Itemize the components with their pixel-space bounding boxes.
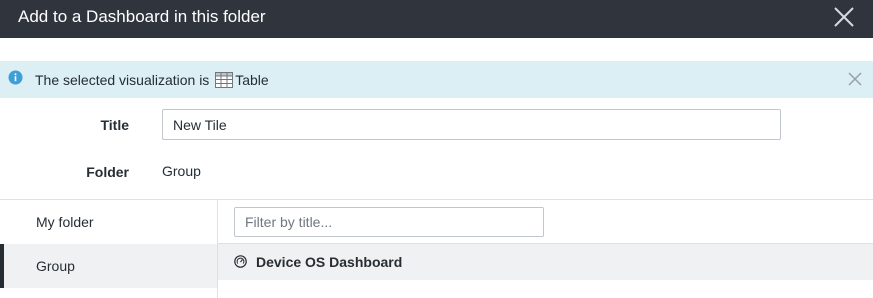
list-item[interactable]: Device OS Dashboard	[218, 244, 873, 280]
sidebar-item-label: Group	[36, 258, 75, 274]
dashboard-icon	[234, 255, 247, 268]
sidebar-item-label: My folder	[36, 214, 94, 230]
dialog-title: Add to a Dashboard in this folder	[18, 7, 266, 26]
dialog-header: Add to a Dashboard in this folder	[0, 0, 873, 38]
title-label: Title	[100, 117, 129, 133]
info-banner: The selected visualization is Table	[0, 61, 873, 98]
folder-label: Folder	[86, 164, 129, 180]
sidebar-item-my-folder[interactable]: My folder	[0, 200, 217, 244]
banner-message: The selected visualization is Table	[35, 72, 269, 88]
banner-text: The selected visualization is	[35, 72, 214, 88]
filter-input[interactable]	[234, 207, 544, 237]
info-icon	[8, 70, 23, 85]
sidebar-item-group[interactable]: Group	[0, 244, 217, 288]
title-input[interactable]	[162, 109, 781, 140]
close-icon[interactable]	[831, 4, 857, 30]
visualization-name: Table	[235, 72, 269, 88]
table-icon	[215, 72, 234, 88]
folder-value: Group	[162, 163, 201, 179]
selected-indicator	[0, 244, 4, 288]
close-icon[interactable]	[846, 70, 864, 88]
dashboard-title: Device OS Dashboard	[256, 254, 403, 270]
